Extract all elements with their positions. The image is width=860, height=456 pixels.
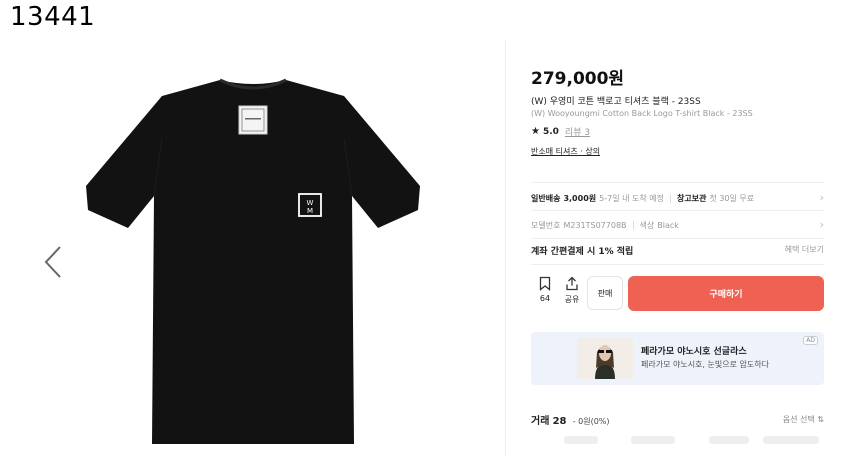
product-title-ko: (W) 우영미 코튼 백로고 티셔츠 블랙 - 23SS (531, 97, 701, 107)
bookmark-icon (539, 276, 551, 291)
share-button[interactable]: 공유 (555, 276, 589, 312)
model-code-value: M231TS07708B (563, 220, 627, 230)
share-icon (566, 276, 578, 291)
sell-button[interactable]: 판매 (587, 276, 623, 310)
shipping-normal-label: 일반배송 (531, 193, 561, 203)
option-select-label: 옵션 선택 (782, 415, 815, 424)
ad-image (577, 338, 633, 379)
buy-button[interactable]: 구매하기 (628, 276, 824, 311)
bookmark-count: 64 (539, 294, 551, 303)
blurred-placeholder (709, 436, 749, 444)
svg-text:W: W (307, 199, 314, 207)
price: 279,000원 (531, 69, 625, 89)
divider (531, 210, 824, 211)
chevron-left-icon[interactable] (40, 243, 68, 281)
svg-text:M: M (307, 207, 313, 215)
rating-score: 5.0 (542, 126, 559, 137)
rating: ★ 5.0 리뷰 3 (531, 125, 590, 138)
blurred-placeholder (763, 436, 819, 444)
storage-value: 첫 30일 무료 (709, 193, 755, 203)
color-value: Black (657, 220, 679, 230)
trades-header: 거래 28 - 0원(0%) (531, 412, 610, 427)
divider (531, 264, 824, 265)
product-title-en: (W) Wooyoungmi Cotton Back Logo T-shirt … (531, 109, 753, 118)
chevron-right-icon: › (819, 191, 824, 204)
blurred-placeholder (631, 436, 675, 444)
color-label: 색상 (639, 220, 655, 230)
divider (531, 238, 824, 239)
trades-subtext: - 0원(0%) (572, 417, 610, 426)
divider (531, 182, 824, 183)
model-row[interactable]: 모델번호 M231TS07708B 색상 Black › (531, 213, 824, 237)
vertical-divider (505, 40, 506, 456)
product-image: W M (86, 78, 420, 444)
share-label: 공유 (564, 295, 580, 304)
ad-banner[interactable]: 페라가모 야노시호 선글라스 페라가모 야노시호, 눈빛으로 압도하다 AD (531, 332, 824, 385)
ad-subtitle: 페라가모 야노시호, 눈빛으로 압도하다 (641, 360, 769, 369)
ad-badge: AD (803, 336, 818, 345)
category-links[interactable]: 반소매 티셔츠 · 상의 (531, 146, 600, 157)
chevron-right-icon: › (819, 218, 824, 231)
shipping-eta: 5-7일 내 도착 예정 (599, 193, 664, 203)
reviews-link[interactable]: 리뷰 3 (565, 125, 590, 138)
trades-label: 거래 (531, 416, 550, 427)
model-code-label: 모델번호 (531, 220, 561, 230)
ad-title: 페라가모 야노시호 선글라스 (641, 347, 747, 357)
sort-icon: ⇅ (817, 415, 824, 424)
trades-count: 28 (552, 416, 567, 427)
benefit-row: 계좌 간편결제 시 1% 적립 혜택 더보기 (531, 244, 824, 257)
shipping-row[interactable]: 일반배송 3,000원 5-7일 내 도착 예정 창고보관 첫 30일 무료 › (531, 186, 824, 210)
separator (632, 220, 634, 230)
blurred-placeholder (564, 436, 598, 444)
storage-label: 창고보관 (676, 193, 707, 203)
option-select-button[interactable]: 옵션 선택 ⇅ (783, 414, 824, 425)
star-icon: ★ (531, 126, 540, 137)
shipping-normal-value: 3,000원 (563, 193, 597, 203)
product-info-panel: 279,000원 (W) 우영미 코튼 백로고 티셔츠 블랙 - 23SS (W… (531, 0, 824, 456)
benefit-more-link[interactable]: 혜택 더보기 (785, 244, 824, 255)
separator (669, 193, 671, 203)
benefit-text: 계좌 간편결제 시 1% 적립 (531, 247, 634, 257)
page-id-label: 13441 (10, 2, 96, 32)
